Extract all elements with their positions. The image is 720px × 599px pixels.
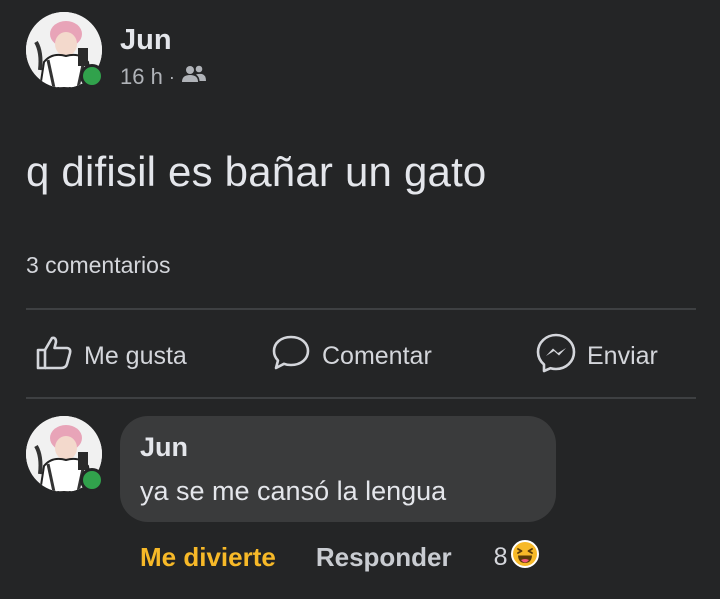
comments-count-link[interactable]: 3 comentarios xyxy=(26,252,170,279)
like-label: Me gusta xyxy=(84,341,187,370)
reaction-button[interactable]: Me divierte xyxy=(140,542,276,573)
post-meta: 16 h · xyxy=(120,64,207,90)
reaction-summary[interactable]: 8 xyxy=(494,539,540,576)
post-header: Jun 16 h · xyxy=(26,12,706,92)
divider xyxy=(26,397,696,399)
divider xyxy=(26,308,696,310)
comment-button[interactable]: Comentar xyxy=(270,334,432,378)
like-button[interactable]: Me gusta xyxy=(34,334,187,378)
messenger-icon xyxy=(535,332,577,381)
post-text: q difisil es bañar un gato xyxy=(26,148,487,195)
thumbs-up-icon xyxy=(34,333,74,380)
haha-emoji-icon xyxy=(510,539,540,576)
reply-button[interactable]: Responder xyxy=(316,542,452,573)
post-time[interactable]: 16 h xyxy=(120,64,163,90)
comment-author-name[interactable]: Jun xyxy=(140,432,188,463)
send-label: Enviar xyxy=(587,341,658,370)
speech-bubble-icon xyxy=(270,333,312,380)
comment-bubble: Jun ya se me cansó la lengua xyxy=(120,416,556,522)
post-author-name[interactable]: Jun xyxy=(120,24,172,57)
comment-label: Comentar xyxy=(322,341,432,370)
online-status-dot xyxy=(80,468,104,492)
friends-icon[interactable] xyxy=(181,64,207,90)
comment-text: ya se me cansó la lengua xyxy=(140,476,447,506)
meta-separator: · xyxy=(168,66,175,87)
reaction-count: 8 xyxy=(493,542,508,571)
online-status-dot xyxy=(80,64,104,88)
comment-actions: Me divierte Responder 8 xyxy=(140,537,540,577)
send-button[interactable]: Enviar xyxy=(535,332,658,381)
